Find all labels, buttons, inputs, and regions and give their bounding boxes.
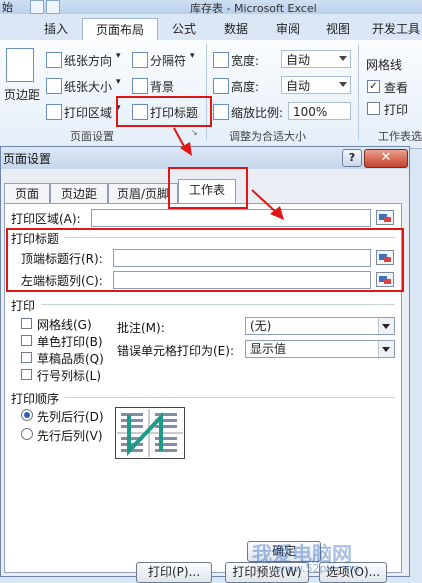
annotation-arrows [173, 127, 284, 220]
watermark-url: www.52pk.com [276, 562, 360, 575]
